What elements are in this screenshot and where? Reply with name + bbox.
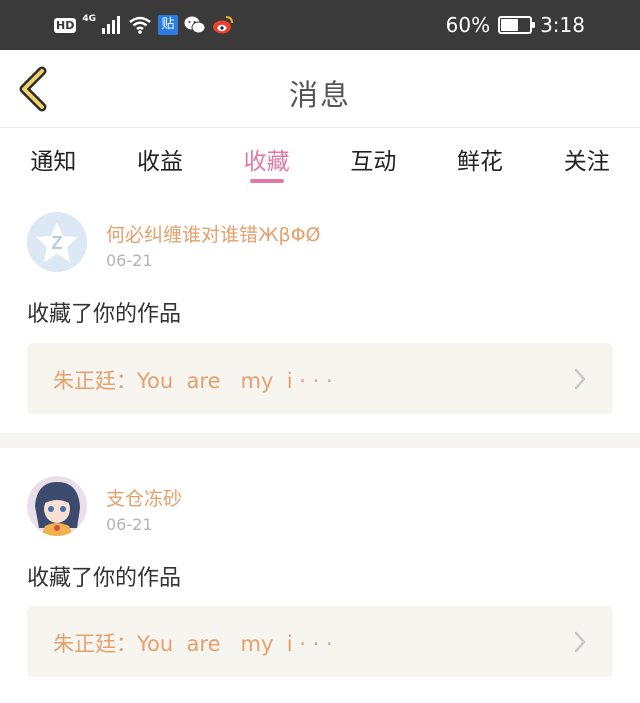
tieba-icon: 贴 xyxy=(158,15,178,35)
svg-text:Z: Z xyxy=(52,233,63,253)
tab-flowers[interactable]: 鲜花 xyxy=(427,128,534,188)
hd-badge: HD xyxy=(54,17,77,33)
notification-item: 支仓冻砂 06-21 收藏了你的作品 朱正廷：You are my i · · … xyxy=(0,448,640,703)
tab-favorites[interactable]: 收藏 xyxy=(213,128,320,188)
tab-interaction[interactable]: 互动 xyxy=(320,128,427,188)
tab-notice[interactable]: 通知 xyxy=(0,128,107,188)
battery-icon xyxy=(498,16,536,34)
header: 消息 xyxy=(0,50,640,128)
notification-action: 收藏了你的作品 xyxy=(27,566,182,591)
page-title: 消息 xyxy=(288,78,351,112)
tab-follow[interactable]: 关注 xyxy=(533,128,640,188)
notification-item: Z 何必纠缠谁对谁错ЖβΦØ 06-21 收藏了你的作品 朱正廷：You are… xyxy=(0,188,640,433)
work-title: 朱正廷：You are my i · · · xyxy=(53,369,333,393)
weibo-icon xyxy=(213,16,233,34)
status-bar: HD 4G 贴 60% 3:18 xyxy=(0,0,640,50)
signal-icon xyxy=(102,16,120,34)
chevron-right-icon xyxy=(574,368,586,390)
network-type: 4G xyxy=(82,14,96,24)
tab-bar: 通知 收益 收藏 互动 鲜花 关注 xyxy=(0,128,640,188)
battery-fill xyxy=(501,19,519,31)
status-icons-right: 60% 3:18 xyxy=(446,11,585,39)
divider xyxy=(0,433,640,448)
notification-date: 06-21 xyxy=(106,515,153,534)
notification-date: 06-21 xyxy=(106,251,153,270)
username[interactable]: 何必纠缠谁对谁错ЖβΦØ xyxy=(106,220,321,247)
battery-percent: 60% xyxy=(445,13,491,37)
chevron-right-icon xyxy=(574,631,586,653)
avatar[interactable] xyxy=(27,476,87,536)
username[interactable]: 支仓冻砂 xyxy=(106,484,182,511)
work-link[interactable]: 朱正廷：You are my i · · · xyxy=(27,343,613,414)
status-icons-left: HD 4G 贴 xyxy=(54,12,234,38)
wechat-icon xyxy=(184,16,206,34)
default-avatar-icon: Z xyxy=(27,212,87,272)
notification-action: 收藏了你的作品 xyxy=(27,302,182,327)
clock: 3:18 xyxy=(540,13,585,37)
work-title: 朱正廷：You are my i · · · xyxy=(53,632,333,656)
anime-avatar-icon xyxy=(27,476,87,536)
wifi-icon xyxy=(129,16,151,34)
tab-earnings[interactable]: 收益 xyxy=(107,128,214,188)
avatar[interactable]: Z xyxy=(27,212,87,272)
work-link[interactable]: 朱正廷：You are my i · · · xyxy=(27,606,613,677)
